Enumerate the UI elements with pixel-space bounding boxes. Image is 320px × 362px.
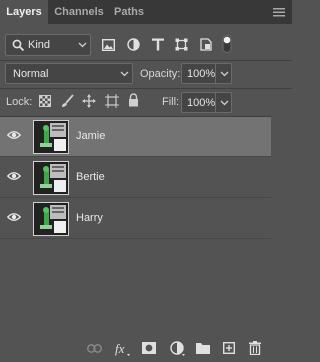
filter-toggle-icon[interactable]	[222, 35, 232, 53]
layer-list-scroll-gutter	[271, 116, 292, 332]
layer-row-bertie[interactable]: Bertie	[0, 158, 271, 198]
add-mask-icon[interactable]	[142, 342, 156, 354]
tab-paths[interactable]: Paths	[110, 0, 148, 24]
fx-icon[interactable]: fx	[115, 341, 131, 357]
opacity-label: Opacity:	[140, 68, 181, 80]
layer-thumbnail	[33, 120, 69, 154]
lock-image-pixels-icon[interactable]	[61, 94, 74, 108]
layer-row-harry[interactable]: Harry	[0, 199, 271, 239]
search-icon	[12, 39, 25, 52]
kind-filter-select[interactable]: Kind	[5, 34, 91, 56]
panel-tab-bar: Layers Channels Paths	[0, 0, 292, 24]
blend-row: Normal Opacity: 100%	[0, 61, 292, 88]
chevron-down-icon	[120, 71, 129, 77]
layer-thumbnail-image	[34, 203, 68, 235]
smart-object-filter-icon[interactable]	[200, 38, 212, 51]
image-filter-icon[interactable]	[102, 39, 115, 51]
layer-name[interactable]: Harry	[76, 212, 103, 224]
filter-row: Kind	[0, 24, 292, 60]
layer-thumbnail-image	[34, 121, 68, 153]
blend-mode-select[interactable]: Normal	[5, 63, 133, 84]
lock-artboard-icon[interactable]	[105, 94, 119, 108]
eye-icon[interactable]	[7, 130, 21, 140]
chevron-down-icon	[78, 42, 87, 48]
layer-row-jamie[interactable]: Jamie	[0, 117, 271, 157]
lock-row: Lock: Fill: 100%	[0, 89, 292, 116]
chevron-down-icon[interactable]	[220, 71, 229, 77]
opacity-field[interactable]: 100%	[181, 63, 232, 84]
new-group-icon[interactable]	[196, 342, 210, 354]
chevron-down-icon[interactable]	[220, 100, 229, 106]
layer-thumbnail-image	[34, 162, 68, 194]
type-filter-icon[interactable]	[152, 38, 164, 51]
layer-name[interactable]: Bertie	[76, 171, 105, 183]
shape-filter-icon[interactable]	[175, 38, 188, 51]
field-separator	[215, 93, 216, 112]
kind-filter-value: Kind	[28, 39, 51, 51]
lock-all-icon[interactable]	[128, 93, 139, 107]
field-separator	[215, 64, 216, 83]
eye-icon[interactable]	[7, 171, 21, 181]
svg-text:fx: fx	[115, 341, 125, 356]
opacity-value: 100%	[187, 68, 216, 80]
lock-transparent-pixels-icon[interactable]	[39, 95, 51, 107]
fill-label: Fill:	[162, 96, 180, 108]
fill-value: 100%	[187, 97, 216, 109]
blend-mode-value: Normal	[13, 68, 49, 80]
layer-thumbnail	[33, 161, 69, 195]
tab-layers[interactable]: Layers	[0, 0, 48, 24]
panel-menu-icon[interactable]	[273, 7, 285, 17]
fill-field[interactable]: 100%	[181, 92, 232, 113]
adjustment-layer-icon[interactable]	[170, 341, 186, 357]
new-layer-icon[interactable]	[223, 342, 235, 354]
link-layers-icon[interactable]	[87, 344, 102, 353]
lock-position-icon[interactable]	[82, 94, 96, 108]
layers-footer-toolbar: fx	[0, 337, 292, 362]
delete-layer-icon[interactable]	[249, 341, 261, 355]
tab-channels[interactable]: Channels	[50, 0, 108, 24]
eye-icon[interactable]	[7, 212, 21, 222]
adjustment-filter-icon[interactable]	[127, 38, 140, 51]
lock-label: Lock:	[6, 96, 33, 108]
layer-thumbnail	[33, 202, 69, 236]
layer-name[interactable]: Jamie	[76, 130, 105, 142]
